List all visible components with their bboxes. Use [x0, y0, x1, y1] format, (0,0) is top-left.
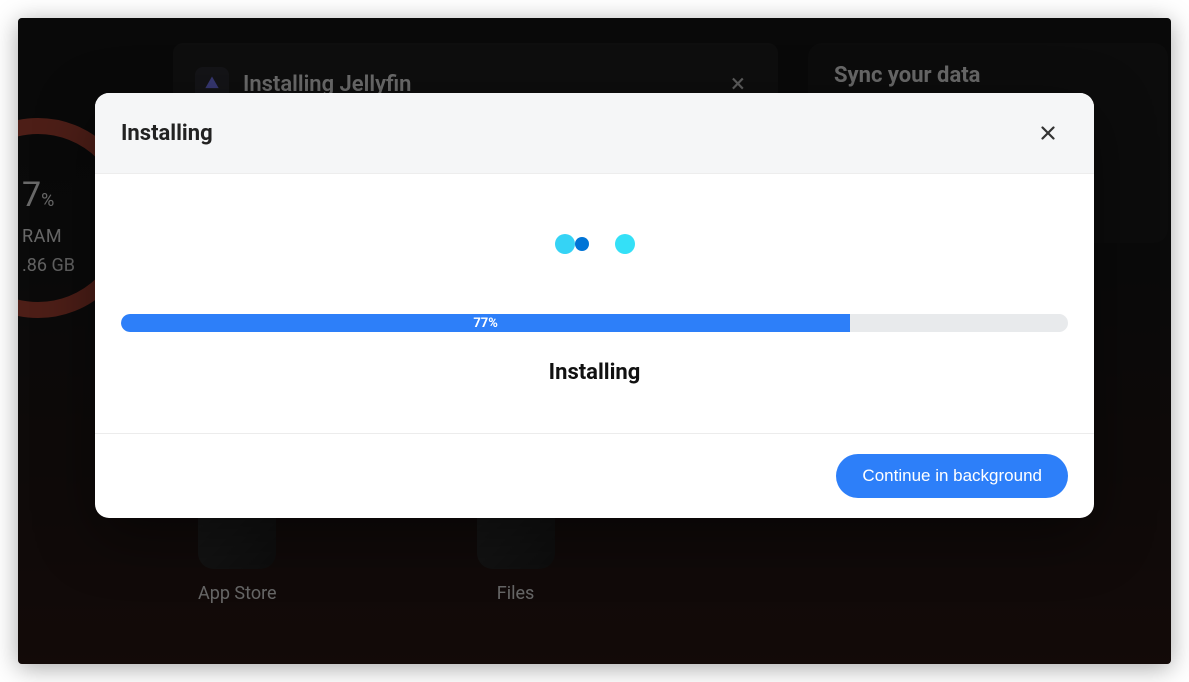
- modal-footer: Continue in background: [95, 433, 1094, 518]
- modal-title: Installing: [121, 121, 213, 146]
- modal-header: Installing: [95, 93, 1094, 174]
- sync-title: Sync your data: [834, 63, 1142, 88]
- status-text: Installing: [121, 360, 1068, 385]
- progress-bar-fill: 77%: [121, 314, 850, 332]
- app-files-label: Files: [497, 583, 535, 604]
- spinner-dot-icon: [575, 237, 589, 251]
- install-modal: Installing 77% Installing Continue in ba…: [95, 93, 1094, 518]
- close-icon: [1037, 122, 1059, 144]
- progress-bar: 77%: [121, 314, 1068, 332]
- modal-body: 77% Installing: [95, 174, 1094, 433]
- app-appstore-label: App Store: [198, 583, 277, 604]
- progress-percent-text: 77%: [473, 316, 498, 331]
- loading-spinner: [555, 234, 635, 254]
- modal-close-button[interactable]: [1028, 113, 1068, 153]
- spinner-dot-icon: [615, 234, 635, 254]
- continue-background-button[interactable]: Continue in background: [836, 454, 1068, 498]
- spinner-dot-icon: [555, 234, 575, 254]
